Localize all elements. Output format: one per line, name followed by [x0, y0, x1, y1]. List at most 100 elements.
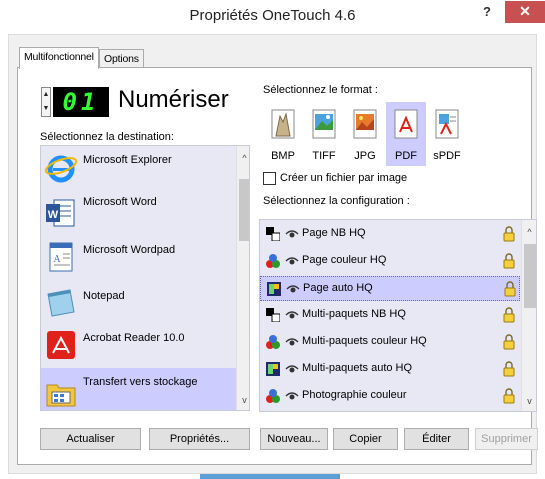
help-button[interactable]: ?: [475, 2, 499, 24]
color-mode-icon: [266, 389, 280, 403]
close-button[interactable]: ✕: [505, 1, 545, 23]
lock-icon: [503, 253, 515, 269]
lock-icon: [503, 334, 515, 350]
destination-label: Transfert vers stockage: [83, 376, 198, 388]
taskbar-strip: [200, 474, 340, 479]
eye-icon[interactable]: [285, 336, 299, 348]
destination-label: Microsoft Wordpad: [83, 244, 176, 256]
format-bmp[interactable]: BMP: [263, 102, 303, 166]
destination-label: Microsoft Word: [83, 196, 157, 208]
scroll-up-icon[interactable]: ^: [522, 224, 536, 240]
spin-down-icon[interactable]: ▼: [42, 102, 50, 116]
destination-label: Acrobat Reader 10.0: [83, 332, 185, 344]
table-row[interactable]: Multi-paquets NB HQ: [260, 303, 520, 328]
scroll-down-icon[interactable]: v: [237, 392, 249, 408]
configuration-list[interactable]: Page NB HQ Page couleur HQ Page auto HQ Mul…: [259, 219, 537, 412]
scan-action-label: Numériser: [118, 86, 229, 113]
acrobat-icon: [47, 331, 75, 359]
edit-button[interactable]: Éditer: [404, 428, 469, 450]
format-label: TIFF: [312, 150, 336, 162]
scanner-spinner[interactable]: ▲ ▼: [41, 87, 51, 117]
table-row[interactable]: Photographie couleur: [260, 384, 520, 409]
format-label: JPG: [354, 150, 376, 162]
list-item[interactable]: Microsoft Explorer: [41, 146, 236, 190]
copy-button[interactable]: Copier: [333, 428, 398, 450]
bmp-file-icon: [271, 109, 295, 139]
configuration-label: Photographie couleur: [302, 389, 407, 401]
list-item[interactable]: Notepad: [41, 278, 236, 322]
word-icon: W: [46, 199, 75, 227]
configuration-label: Multi-paquets couleur HQ: [302, 335, 427, 347]
configuration-label: Page NB HQ: [302, 227, 366, 239]
eye-icon[interactable]: [285, 309, 299, 321]
jpg-file-icon: [353, 109, 377, 139]
notepad-icon: [47, 289, 75, 317]
spin-up-icon[interactable]: ▲: [42, 88, 50, 102]
auto-mode-icon: [266, 362, 280, 376]
pdf-file-icon: [394, 109, 418, 139]
configuration-heading: Sélectionnez la configuration :: [263, 195, 410, 207]
destination-list[interactable]: Microsoft Explorer W Microsoft Word A Mi…: [40, 145, 250, 411]
scroll-thumb[interactable]: [239, 179, 249, 241]
configuration-scrollbar[interactable]: ^ v: [521, 220, 536, 411]
eye-icon[interactable]: [286, 283, 300, 295]
button-number-display: 01: [53, 87, 109, 117]
bw-mode-icon: [266, 227, 280, 241]
eye-icon[interactable]: [285, 228, 299, 240]
format-spdf[interactable]: sPDF: [427, 102, 467, 166]
table-row[interactable]: Page NB HQ: [260, 222, 520, 247]
wordpad-icon: A: [49, 242, 73, 272]
list-item[interactable]: Acrobat Reader 10.0: [41, 322, 236, 366]
lock-icon: [503, 361, 515, 377]
configuration-label: Page auto HQ: [303, 282, 373, 294]
list-item[interactable]: Transfert vers stockage: [41, 368, 236, 410]
one-file-per-image-label[interactable]: Créer un fichier par image: [280, 172, 407, 184]
table-row[interactable]: Page couleur HQ: [260, 249, 520, 274]
format-heading: Sélectionnez le format :: [263, 84, 378, 96]
destination-label: Notepad: [83, 290, 125, 302]
tiff-file-icon: [312, 109, 336, 139]
eye-icon[interactable]: [285, 255, 299, 267]
scroll-down-icon[interactable]: v: [522, 393, 536, 409]
table-row[interactable]: Multi-paquets auto HQ: [260, 357, 520, 382]
spdf-file-icon: [435, 109, 459, 139]
one-file-per-image-checkbox[interactable]: [263, 172, 276, 185]
format-pdf[interactable]: PDF: [386, 102, 426, 166]
svg-text:A: A: [53, 254, 61, 265]
list-item[interactable]: W Microsoft Word: [41, 190, 236, 234]
auto-mode-icon: [267, 282, 281, 296]
color-mode-icon: [266, 254, 280, 268]
svg-text:W: W: [48, 209, 59, 221]
lock-icon: [503, 388, 515, 404]
format-label: BMP: [271, 150, 295, 162]
scroll-up-icon[interactable]: ^: [237, 150, 249, 166]
scroll-thumb[interactable]: [524, 244, 536, 308]
configuration-label: Page couleur HQ: [302, 254, 387, 266]
tab-options[interactable]: Options: [99, 49, 144, 69]
color-mode-icon: [266, 335, 280, 349]
table-row[interactable]: Multi-paquets couleur HQ: [260, 330, 520, 355]
table-row[interactable]: Page auto HQ: [260, 276, 520, 301]
format-label: PDF: [395, 150, 417, 162]
destination-label: Microsoft Explorer: [83, 154, 172, 166]
storage-folder-icon: [46, 384, 76, 407]
lock-icon: [504, 281, 516, 297]
new-button[interactable]: Nouveau...: [260, 428, 328, 450]
tab-multifonctionnel[interactable]: Multifonctionnel: [19, 47, 99, 69]
delete-button: Supprimer: [475, 428, 538, 450]
destination-scrollbar[interactable]: ^ v: [236, 146, 249, 410]
format-tiff[interactable]: TIFF: [304, 102, 344, 166]
destination-heading: Sélectionnez la destination:: [40, 131, 174, 143]
window-title: Propriétés OneTouch 4.6: [189, 7, 356, 24]
lock-icon: [503, 307, 515, 323]
format-jpg[interactable]: JPG: [345, 102, 385, 166]
refresh-button[interactable]: Actualiser: [40, 428, 141, 450]
format-label: sPDF: [433, 150, 461, 162]
eye-icon[interactable]: [285, 363, 299, 375]
internet-explorer-icon: [44, 155, 78, 183]
configuration-label: Multi-paquets auto HQ: [302, 362, 413, 374]
configuration-label: Multi-paquets NB HQ: [302, 308, 406, 320]
properties-button[interactable]: Propriétés...: [149, 428, 250, 450]
eye-icon[interactable]: [285, 390, 299, 402]
list-item[interactable]: A Microsoft Wordpad: [41, 234, 236, 278]
